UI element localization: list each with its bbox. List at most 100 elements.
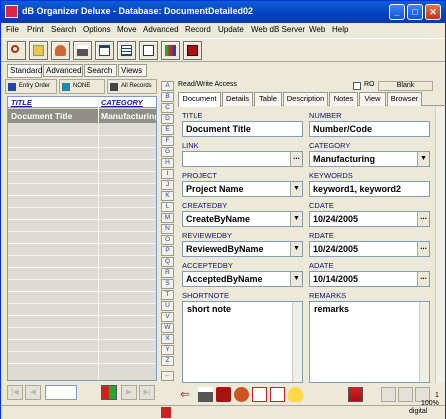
minimize-button[interactable]: _ [389,4,405,20]
menu-update[interactable]: Update [218,25,244,34]
chevron-down-icon[interactable]: ▼ [290,242,302,256]
tab-notes[interactable]: Notes [329,92,358,106]
chevron-down-icon[interactable]: ▼ [290,182,302,196]
letter-m[interactable]: M [161,213,174,223]
stop-icon[interactable] [161,407,171,418]
number-field[interactable]: Number/Code [309,121,430,137]
column-header-title[interactable]: TITLE [11,98,32,107]
menu-options[interactable]: Options [83,25,111,34]
letter-r[interactable]: R [161,268,174,278]
acceptedby-select[interactable]: AcceptedByName ▼ [182,271,303,287]
adate-picker-button[interactable]: ... [417,272,429,286]
color-grid-icon[interactable] [101,385,117,400]
link-field[interactable]: ... [182,151,303,167]
people-button[interactable] [51,41,70,60]
search-button[interactable] [7,41,26,60]
form-view-button[interactable] [95,41,114,60]
menu-web[interactable]: Web [309,25,325,34]
blank-button[interactable]: Blank [378,81,433,91]
prev-icon[interactable] [398,387,413,402]
tab-standard[interactable]: Standard [7,64,42,78]
title-field[interactable]: Document Title [182,121,303,137]
remarks-textarea[interactable]: remarks [309,301,430,383]
menu-search[interactable]: Search [51,25,76,34]
delete-icon[interactable] [216,387,231,402]
tab-browser[interactable]: Browser [387,92,422,106]
rdate-picker-button[interactable]: ... [417,242,429,256]
rdate-field[interactable]: 10/24/2005... [309,241,430,257]
column-header-category[interactable]: CATEGORY [101,98,143,107]
letter-y[interactable]: Y [161,345,174,355]
letter-t[interactable]: T [161,290,174,300]
chevron-down-icon[interactable]: ▼ [417,152,429,166]
record-number-input[interactable] [45,385,77,400]
letter-i[interactable]: I [161,169,174,179]
letter-w[interactable]: W [161,323,174,333]
lightbulb-icon[interactable] [288,387,303,402]
calculator-button[interactable] [183,41,202,60]
prev-record-icon[interactable]: ◀ [25,385,41,400]
maximize-button[interactable]: □ [407,4,423,20]
link-browse-button[interactable]: ... [290,152,302,166]
menu-file[interactable]: File [6,25,19,34]
letter-j[interactable]: J [161,180,174,190]
first-icon[interactable] [381,387,396,402]
letter-u[interactable]: U [161,301,174,311]
open-button[interactable] [29,41,48,60]
edit-doc-icon[interactable] [252,387,267,402]
letter-c[interactable]: C [161,103,174,113]
document-button[interactable] [139,41,158,60]
menu-web-db-server[interactable]: Web dB Server [251,25,305,34]
letter-o[interactable]: O [161,235,174,245]
menu-record[interactable]: Record [185,25,211,34]
tab-table[interactable]: Table [254,92,282,106]
table-row[interactable]: Document Title Manufacturing [8,109,156,123]
shortnote-textarea[interactable]: short note [182,301,303,383]
chevron-down-icon[interactable]: ▼ [290,272,302,286]
form-scrollbar[interactable] [435,107,445,383]
letter-g[interactable]: G [161,147,174,157]
createdby-select[interactable]: CreateByName ▼ [182,211,303,227]
last-record-icon[interactable]: ▶| [139,385,155,400]
letter-e[interactable]: E [161,125,174,135]
arrow-left-icon[interactable]: ⇐ [180,387,195,402]
letter-d[interactable]: D [161,114,174,124]
refresh-icon[interactable] [234,387,249,402]
table-view-button[interactable] [117,41,136,60]
remarks-scrollbar[interactable] [419,302,429,382]
letter-z[interactable]: Z [161,356,174,366]
close-button[interactable]: ✕ [425,4,441,20]
calendar-icon[interactable] [348,387,363,402]
letter-q[interactable]: Q [161,257,174,267]
shortnote-scrollbar[interactable] [292,302,302,382]
cdate-field[interactable]: 10/24/2005... [309,211,430,227]
tab-details[interactable]: Details [222,92,253,106]
chevron-down-icon[interactable]: ▼ [290,212,302,226]
tab-views[interactable]: Views [118,64,147,77]
first-record-icon[interactable]: |◀ [7,385,23,400]
all-records-button[interactable]: All Records [107,79,157,94]
tab-view[interactable]: View [359,92,386,106]
menu-move[interactable]: Move [117,25,137,34]
none-button[interactable]: NONE [59,79,105,94]
letter-n[interactable]: N [161,224,174,234]
letter-b[interactable]: B [161,92,174,102]
tab-advanced[interactable]: Advanced [43,64,83,77]
ro-checkbox[interactable] [353,82,361,90]
menu-print[interactable]: Print [27,25,43,34]
tab-search[interactable]: Search [84,64,117,77]
keywords-field[interactable]: keyword1, keyword2 [309,181,430,197]
reviewedby-select[interactable]: ReviewedByName ▼ [182,241,303,257]
back-arrow-icon[interactable]: ← [161,371,174,381]
letter-k[interactable]: K [161,191,174,201]
letter-s[interactable]: S [161,279,174,289]
chart-button[interactable] [161,41,180,60]
project-select[interactable]: Project Name ▼ [182,181,303,197]
print-icon[interactable] [198,387,213,402]
letter-a[interactable]: A [161,81,174,91]
next-record-icon[interactable]: ▶ [121,385,137,400]
letter-p[interactable]: P [161,246,174,256]
menu-help[interactable]: Help [332,25,348,34]
letter-v[interactable]: V [161,312,174,322]
letter-x[interactable]: X [161,334,174,344]
